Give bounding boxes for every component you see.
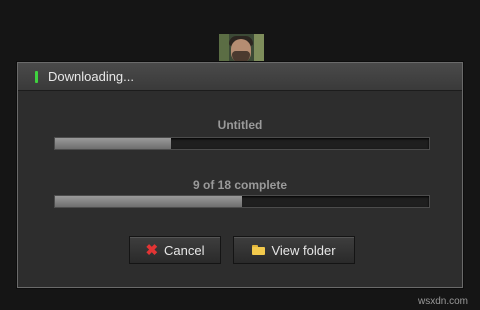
file-name-label: Untitled (217, 118, 263, 132)
screen: Downloading... Untitled 9 of 18 complete… (0, 0, 480, 310)
file-progress-bar (54, 137, 430, 150)
status-indicator-icon (35, 70, 38, 83)
close-x-icon: ✖ (145, 241, 159, 259)
watermark-text: wsxdn.com (417, 296, 468, 307)
overall-progress-bar (54, 195, 430, 208)
cancel-button[interactable]: ✖ Cancel (129, 236, 221, 264)
overall-progress-fill (55, 196, 242, 207)
download-dialog: Downloading... Untitled 9 of 18 complete… (17, 62, 463, 288)
cancel-button-label: Cancel (164, 242, 205, 258)
folder-icon (252, 245, 266, 255)
dialog-titlebar: Downloading... (18, 63, 462, 91)
view-folder-button-label: View folder (271, 242, 336, 258)
file-progress-fill (55, 138, 171, 149)
dialog-title: Downloading... (48, 69, 134, 84)
user-avatar (219, 34, 264, 64)
view-folder-button[interactable]: View folder (233, 236, 355, 264)
overall-progress-label: 9 of 18 complete (192, 178, 288, 192)
